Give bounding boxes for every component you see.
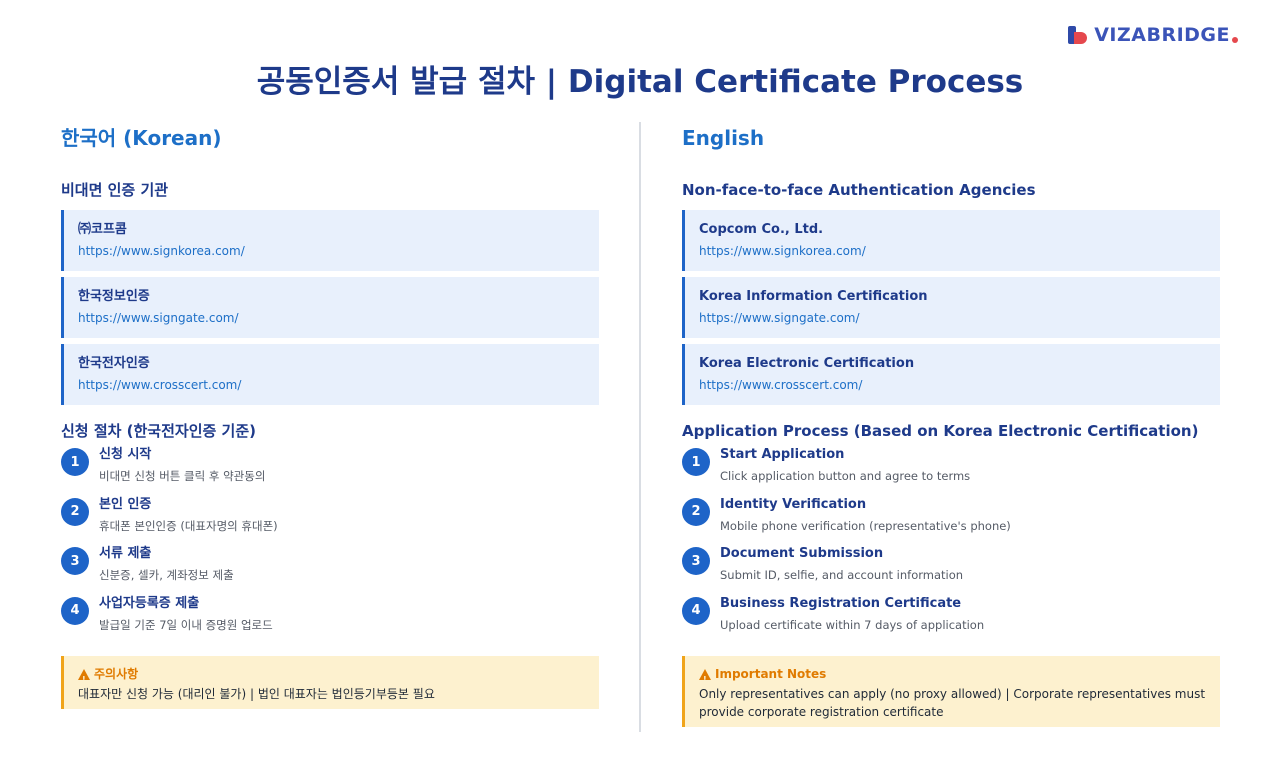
brand-logo: VIZABRIDGE	[1068, 24, 1238, 46]
step-title: 서류 제출	[99, 546, 152, 561]
english-notes-box: Important Notes Only representatives can…	[682, 656, 1220, 727]
english-agency-list: Copcom Co., Ltd. https://www.signkorea.c…	[682, 210, 1220, 405]
step-number: 3	[682, 547, 710, 575]
step-item: 3 서류 제출 신분증, 셀카, 계좌정보 제출	[61, 544, 599, 594]
step-number: 1	[682, 448, 710, 476]
notes-text: 대표자만 신청 가능 (대리인 불가) | 법인 대표자는 법인등기부등본 필요	[78, 687, 435, 701]
agency-card: Korea Information Certification https://…	[682, 277, 1220, 338]
step-item: 4 Business Registration Certificate Uplo…	[682, 594, 1220, 644]
korean-notes-box: 주의사항 대표자만 신청 가능 (대리인 불가) | 법인 대표자는 법인등기부…	[61, 656, 599, 709]
english-step-list: 1 Start Application Click application bu…	[682, 445, 1220, 643]
step-title: 본인 인증	[99, 496, 152, 512]
step-title: 사업자등록증 제출	[99, 595, 200, 611]
agency-name: Copcom Co., Ltd.	[699, 222, 824, 237]
step-item: 1 Start Application Click application bu…	[682, 445, 1220, 495]
page-title: 공동인증서 발급 절차 | Digital Certificate Proces…	[256, 64, 1024, 100]
logo-dot-icon	[1232, 37, 1238, 43]
step-description: Click application button and agree to te…	[720, 469, 971, 483]
step-number: 2	[682, 497, 710, 526]
notes-text: Only representatives can apply (no proxy…	[699, 687, 1206, 719]
english-lang-title: English	[682, 126, 765, 150]
warning-icon	[78, 668, 90, 690]
agency-card: 한국정보인증 https://www.signgate.com/	[61, 277, 599, 338]
step-title: Document Submission	[720, 546, 884, 561]
step-number: 4	[682, 596, 710, 625]
step-description: 휴대폰 본인인증 (대표자명의 휴대폰)	[99, 518, 278, 533]
agency-link[interactable]: https://www.crosscert.com/	[699, 375, 1206, 395]
step-number: 1	[61, 448, 89, 476]
step-description: Mobile phone verification (representativ…	[720, 518, 1011, 533]
step-number: 2	[61, 497, 89, 526]
column-divider	[639, 122, 641, 732]
step-title: Business Registration Certificate	[720, 595, 962, 611]
agency-name: 한국정보인증	[78, 289, 150, 304]
step-title: 신청 시작	[99, 447, 152, 462]
logo-mark-icon	[1068, 26, 1088, 44]
step-title: Start Application	[720, 447, 845, 462]
agency-name: ㈜코프콤	[78, 222, 127, 237]
step-description: Submit ID, selfie, and account informati…	[720, 568, 964, 582]
agency-name: Korea Electronic Certification	[699, 356, 915, 371]
step-item: 2 본인 인증 휴대폰 본인인증 (대표자명의 휴대폰)	[61, 495, 599, 545]
korean-step-list: 1 신청 시작 비대면 신청 버튼 클릭 후 약관동의 2 본인 인증 휴대폰 …	[61, 445, 599, 643]
english-agencies-title: Non-face-to-face Authentication Agencies	[682, 181, 1036, 199]
step-item: 1 신청 시작 비대면 신청 버튼 클릭 후 약관동의	[61, 445, 599, 495]
step-description: 신분증, 셀카, 계좌정보 제출	[99, 568, 234, 582]
step-description: Upload certificate within 7 days of appl…	[720, 617, 985, 632]
agency-name: Korea Information Certification	[699, 289, 928, 304]
korean-lang-title: 한국어 (Korean)	[61, 126, 222, 150]
notes-title: Important Notes	[715, 667, 827, 681]
korean-column: 한국어 (Korean) 비대면 인증 기관 ㈜코프콤 https://www.…	[61, 124, 599, 709]
step-number: 4	[61, 596, 89, 625]
agency-card: Korea Electronic Certification https://w…	[682, 344, 1220, 405]
brand-name: VIZABRIDGE	[1094, 24, 1230, 46]
warning-icon	[699, 668, 711, 690]
korean-process-title: 신청 절차 (한국전자인증 기준)	[61, 422, 256, 440]
korean-agencies-title: 비대면 인증 기관	[61, 181, 169, 199]
english-column: English Non-face-to-face Authentication …	[682, 124, 1220, 727]
step-item: 2 Identity Verification Mobile phone ver…	[682, 495, 1220, 545]
step-number: 3	[61, 547, 89, 575]
agency-link[interactable]: https://www.signkorea.com/	[699, 241, 1206, 261]
korean-agency-list: ㈜코프콤 https://www.signkorea.com/ 한국정보인증 h…	[61, 210, 599, 405]
step-item: 3 Document Submission Submit ID, selfie,…	[682, 544, 1220, 594]
agency-card: ㈜코프콤 https://www.signkorea.com/	[61, 210, 599, 271]
step-title: Identity Verification	[720, 496, 867, 512]
agency-card: Copcom Co., Ltd. https://www.signkorea.c…	[682, 210, 1220, 271]
agency-link[interactable]: https://www.crosscert.com/	[78, 375, 585, 395]
step-description: 발급일 기준 7일 이내 증명원 업로드	[99, 617, 273, 632]
agency-card: 한국전자인증 https://www.crosscert.com/	[61, 344, 599, 405]
agency-link[interactable]: https://www.signgate.com/	[699, 308, 1206, 328]
notes-title: 주의사항	[94, 667, 139, 681]
step-description: 비대면 신청 버튼 클릭 후 약관동의	[99, 469, 266, 483]
agency-link[interactable]: https://www.signgate.com/	[78, 308, 585, 328]
agency-link[interactable]: https://www.signkorea.com/	[78, 241, 585, 261]
step-item: 4 사업자등록증 제출 발급일 기준 7일 이내 증명원 업로드	[61, 594, 599, 644]
english-process-title: Application Process (Based on Korea Elec…	[682, 422, 1199, 440]
agency-name: 한국전자인증	[78, 356, 150, 371]
